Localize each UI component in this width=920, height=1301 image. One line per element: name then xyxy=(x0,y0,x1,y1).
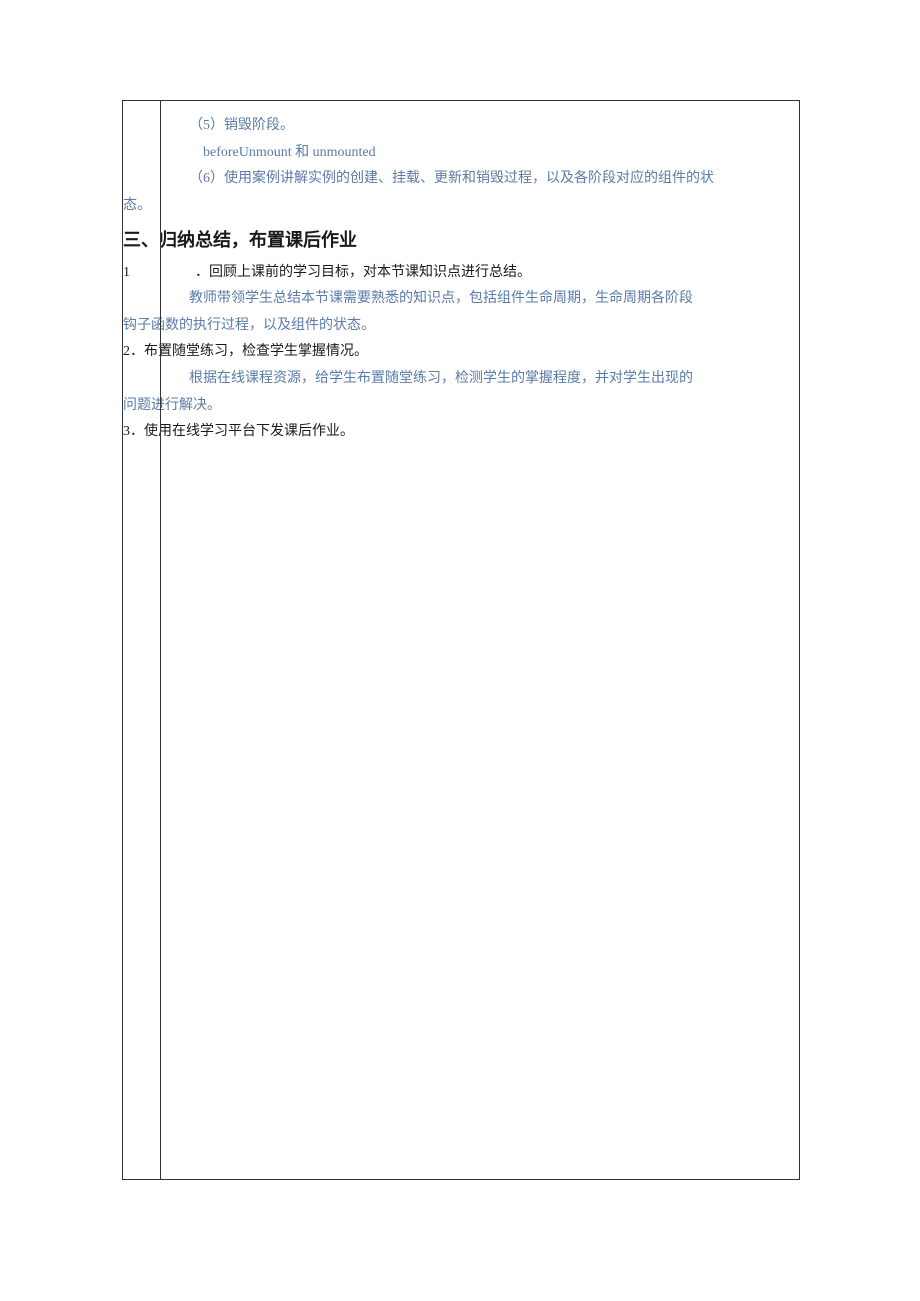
list-item-2-body-line1: 根据在线课程资源，给学生布置随堂练习，检测学生的掌握程度，并对学生出现的 xyxy=(161,366,791,393)
section-heading-summary: 三、归纳总结，布置课后作业 xyxy=(123,223,791,257)
list-item-1-body-line1: 教师带领学生总结本节课需要熟悉的知识点，包括组件生命周期，生命周期各阶段 xyxy=(161,286,791,313)
list-item-2-heading: 2．布置随堂练习，检查学生掌握情况。 xyxy=(123,339,791,366)
list-number-1: 1 xyxy=(123,260,195,287)
text-line-beforeunmount: beforeUnmount 和 unmounted xyxy=(161,140,791,167)
text-line-5-destroy-stage: （5）销毁阶段。 xyxy=(161,113,791,140)
text-line-6-case-study: （6）使用案例讲解实例的创建、挂载、更新和销毁过程，以及各阶段对应的组件的状 xyxy=(161,166,791,193)
document-page-frame: （5）销毁阶段。 beforeUnmount 和 unmounted （6）使用… xyxy=(122,100,800,1180)
list-item-2-body-line2: 问题进行解决。 xyxy=(123,393,791,420)
list-item-1-text: ．回顾上课前的学习目标，对本节课知识点进行总结。 xyxy=(195,265,531,280)
list-item-1-heading: 1．回顾上课前的学习目标，对本节课知识点进行总结。 xyxy=(123,260,791,287)
text-line-6-continuation: 态。 xyxy=(123,193,791,220)
vertical-margin-line xyxy=(160,101,161,1179)
document-content: （5）销毁阶段。 beforeUnmount 和 unmounted （6）使用… xyxy=(123,101,799,454)
list-item-3-heading: 3．使用在线学习平台下发课后作业。 xyxy=(123,419,791,446)
list-item-1-body-line2: 钩子函数的执行过程，以及组件的状态。 xyxy=(123,313,791,340)
